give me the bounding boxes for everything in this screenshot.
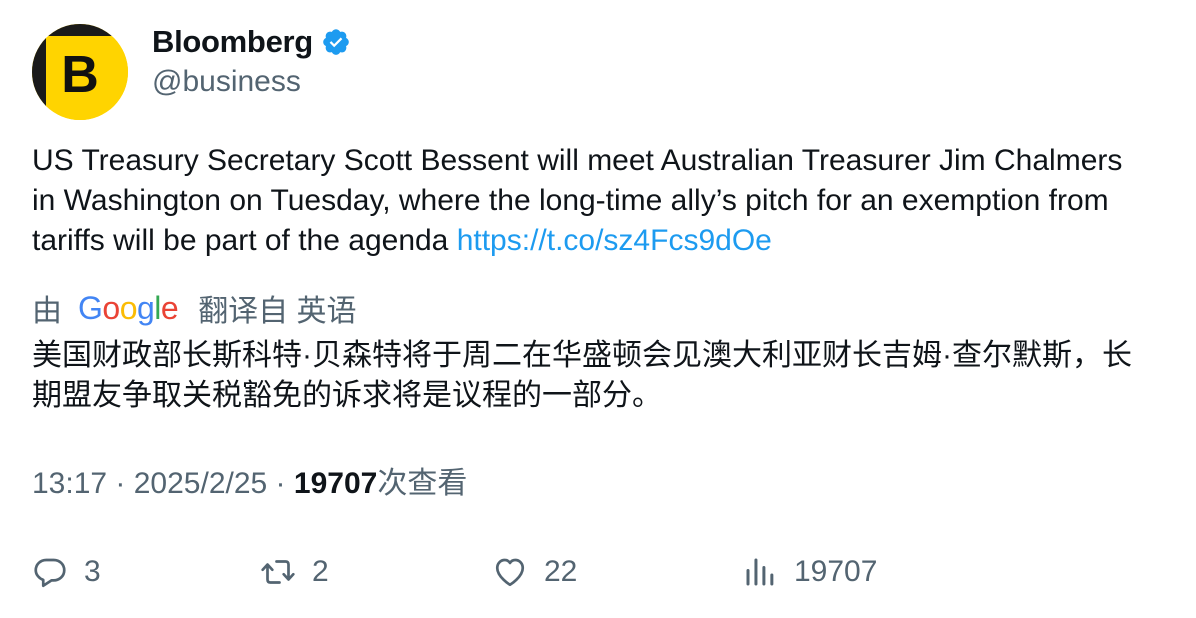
reply-count: 3 [84, 555, 101, 588]
views-label: 次查看 [377, 467, 468, 500]
views-count: 19707 [293, 467, 378, 500]
avatar[interactable]: B [32, 24, 128, 120]
author-handle[interactable]: @business [152, 62, 301, 102]
action-bar: 3 2 22 19707 [32, 550, 1162, 594]
meta-separator: · [267, 467, 294, 500]
reply-icon [34, 558, 66, 588]
retweet-button[interactable]: 2 [260, 550, 329, 594]
tweet-card: B Bloomberg @business US Treasury Secret… [0, 0, 1196, 618]
google-logo: Google [78, 289, 179, 326]
retweet-icon [261, 560, 295, 584]
like-button[interactable]: 22 [492, 550, 577, 594]
retweet-count: 2 [312, 555, 329, 588]
avatar-letter: B [61, 46, 99, 104]
tweet-meta: 13:17 · 2025/2/25 · 19707次查看 [32, 464, 467, 504]
translated-text: 美国财政部长斯科特·贝森特将于周二在华盛顿会见澳大利亚财长吉姆·查尔默斯，长期盟… [32, 339, 1132, 412]
tweet-text: US Treasury Secretary Scott Bessent will… [32, 141, 1152, 261]
heart-icon [495, 558, 525, 587]
tweet-time[interactable]: 13:17 [32, 467, 107, 500]
analytics-icon [746, 558, 774, 586]
translation-attribution: 由 Google 翻译自 英语 [32, 288, 357, 329]
like-count: 22 [544, 555, 578, 588]
views-button[interactable]: 19707 [742, 550, 877, 594]
views-action-count: 19707 [794, 555, 878, 588]
verified-badge-icon[interactable] [321, 27, 351, 57]
translation-suffix: 翻译自 英语 [198, 295, 357, 328]
translation-prefix: 由 [32, 295, 62, 328]
author-name[interactable]: Bloomberg [152, 24, 313, 60]
tweet-date[interactable]: 2025/2/25 [134, 467, 267, 500]
tweet-link[interactable]: https://t.co/sz4Fcs9dOe [457, 224, 772, 257]
meta-separator: · [107, 467, 134, 500]
author-name-row: Bloomberg [152, 22, 351, 62]
reply-button[interactable]: 3 [32, 550, 101, 594]
